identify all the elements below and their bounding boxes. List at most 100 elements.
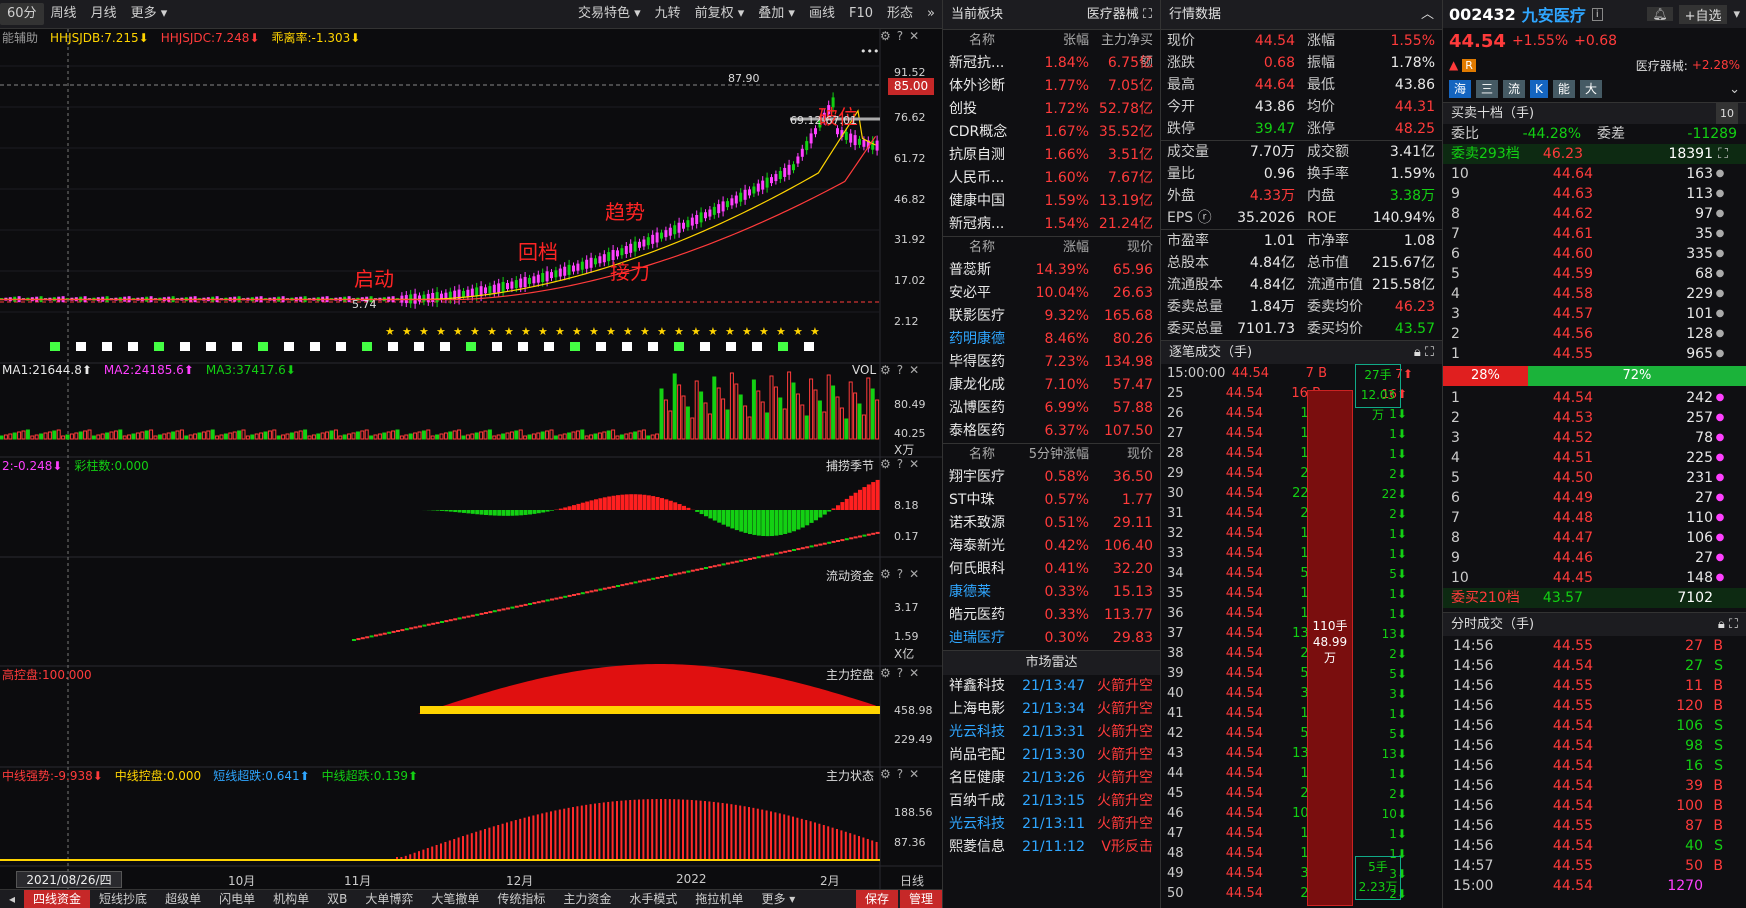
table-row[interactable]: CDR概念 1.67% 35.52亿 — [943, 121, 1160, 144]
table-row[interactable]: 新冠抗... 1.84% 6.75亿 — [943, 52, 1160, 75]
bottom-tab[interactable]: ◂ — [0, 890, 24, 908]
panel-title[interactable]: 流动资金 — [826, 567, 874, 584]
lock-icon[interactable]: 🔒︎ — [1718, 617, 1725, 632]
toolbar-item[interactable]: 月线 — [84, 3, 124, 25]
feature-tag[interactable]: 大 — [1579, 80, 1602, 98]
expand-icon[interactable]: ⛶ — [1713, 144, 1733, 164]
column-header[interactable]: 主力净买额 — [1089, 30, 1157, 70]
bottom-tab[interactable]: 主力资金 — [554, 890, 620, 908]
collapse-icon[interactable]: ︿ — [1421, 0, 1434, 29]
table-row[interactable]: 人民币... 1.60% 7.67亿 — [943, 167, 1160, 190]
table-row[interactable]: 安必平 10.04% 26.63 — [943, 282, 1160, 305]
tick-list[interactable]: 15:00:0044.547 B7⬆2544.5416 B16⬆2644.541… — [1161, 364, 1442, 904]
bottom-tab[interactable]: 大笔撤单 — [422, 890, 488, 908]
column-header[interactable]: 现价 — [1089, 444, 1157, 466]
ask-row[interactable]: 6 44.60 335 ● — [1443, 244, 1746, 264]
sector-tag[interactable]: 医疗器械 — [1087, 7, 1139, 22]
toolbar-item[interactable]: 叠加 ▾ — [751, 3, 802, 25]
toolbar-item[interactable]: 周线 — [44, 3, 84, 25]
kline-chart-area[interactable]: 60分 周线 月线 更多 ▾ 交易特色 ▾ 九转 前复权 ▾ 叠加 ▾ 画线 F10 形态» ★ ★ ★… — [0, 0, 942, 908]
radar-row[interactable]: 光云科技 21/13:31 火箭升空 — [943, 721, 1160, 744]
ask-row[interactable]: 8 44.62 97 ● — [1443, 204, 1746, 224]
table-row[interactable]: 体外诊断 1.77% 7.05亿 — [943, 75, 1160, 98]
double-chevron-icon[interactable]: » — [920, 3, 942, 25]
table-row[interactable]: 新冠病... 1.54% 21.24亿 — [943, 213, 1160, 236]
panel-title[interactable]: 主力状态 — [826, 767, 874, 784]
table-row[interactable]: 抗原自测 1.66% 3.51亿 — [943, 144, 1160, 167]
stock-sector[interactable]: 医疗器械: — [1636, 57, 1688, 74]
feature-tag[interactable]: 流 — [1503, 80, 1526, 98]
chevron-down-icon[interactable]: ⌄ — [1729, 82, 1740, 97]
table-row[interactable]: 诺禾致源 0.51% 29.11 — [943, 512, 1160, 535]
feature-tag[interactable]: 能 — [1552, 80, 1575, 98]
panel-title[interactable]: VOL — [852, 363, 876, 377]
bottom-action-button[interactable]: 保存 — [855, 890, 898, 908]
bottom-action-button[interactable]: 管理 — [899, 890, 942, 908]
ask-row[interactable]: 3 44.57 101 ● — [1443, 304, 1746, 324]
table-row[interactable]: 康德莱 0.33% 15.13 — [943, 581, 1160, 604]
table-row[interactable]: 皓元医药 0.33% 113.77 — [943, 604, 1160, 627]
toolbar-item[interactable]: 交易特色 ▾ — [571, 3, 648, 25]
bell-icon[interactable]: 🔔︎ — [1647, 7, 1673, 21]
bid-levels[interactable]: 1 44.54 242 ● 2 44.53 257 ● 3 44.52 78 ● 4 44.51 225 ● 5… — [1443, 388, 1746, 588]
column-header[interactable]: 名称 — [943, 30, 1021, 52]
bid-row[interactable]: 8 44.47 106 ● — [1443, 528, 1746, 548]
radar-row[interactable]: 光云科技 21/13:11 火箭升空 — [943, 813, 1160, 836]
bottom-tab[interactable]: 短线抄底 — [90, 890, 156, 908]
column-header[interactable]: 涨幅 — [1021, 237, 1089, 259]
panel-title[interactable]: 捕捞季节 — [826, 457, 874, 474]
radar-row[interactable]: 熙菱信息 21/11:12 V形反击 — [943, 836, 1160, 859]
column-header[interactable]: 名称 — [943, 444, 1021, 466]
feature-tag[interactable]: 三 — [1476, 80, 1499, 98]
more-icon[interactable]: ••• — [860, 45, 879, 58]
bid-row[interactable]: 5 44.50 231 ● — [1443, 468, 1746, 488]
table-row[interactable]: 毕得医药 7.23% 134.98 — [943, 351, 1160, 374]
bid-row[interactable]: 7 44.48 110 ● — [1443, 508, 1746, 528]
toolbar-item[interactable]: F10 — [842, 3, 880, 25]
panel-controls[interactable]: ⚙?✕ — [880, 666, 925, 680]
table-row[interactable]: 健康中国 1.59% 13.19亿 — [943, 190, 1160, 213]
bid-row[interactable]: 1 44.54 242 ● — [1443, 388, 1746, 408]
panel-controls[interactable]: ⚙?✕ — [880, 567, 925, 581]
bid-row[interactable]: 2 44.53 257 ● — [1443, 408, 1746, 428]
ask-row[interactable]: 10 44.64 163 ● — [1443, 164, 1746, 184]
trades-list[interactable]: 14:56 44.55 27 B 14:56 44.54 27 S 14:56 44.55 11 B 1… — [1443, 636, 1746, 896]
ask-row[interactable]: 4 44.58 229 ● — [1443, 284, 1746, 304]
panel-controls[interactable]: ⚙?✕ — [880, 457, 925, 471]
column-header[interactable]: 名称 — [943, 237, 1021, 259]
expand-icon[interactable]: ⛶ — [1143, 7, 1152, 22]
toolbar-item[interactable]: 60分 — [0, 3, 44, 25]
table-row[interactable]: 泰格医药 6.37% 107.50 — [943, 420, 1160, 443]
table-row[interactable]: 泓博医药 6.99% 57.88 — [943, 397, 1160, 420]
ask-row[interactable]: 2 44.56 128 ● — [1443, 324, 1746, 344]
bid-row[interactable]: 3 44.52 78 ● — [1443, 428, 1746, 448]
ask-row[interactable]: 9 44.63 113 ● — [1443, 184, 1746, 204]
table-row[interactable]: 药明康德 8.46% 80.26 — [943, 328, 1160, 351]
bottom-tab[interactable]: 更多 ▾ — [752, 890, 804, 908]
ask-row[interactable]: 7 44.61 35 ● — [1443, 224, 1746, 244]
toolbar-item[interactable]: 九转 — [648, 3, 688, 25]
bottom-tab[interactable]: 机构单 — [264, 890, 318, 908]
table-row[interactable]: 联影医疗 9.32% 165.68 — [943, 305, 1160, 328]
lock-icon[interactable]: 🔒︎ — [1414, 345, 1421, 360]
column-header[interactable]: 5分钟涨幅 — [1021, 444, 1089, 466]
bottom-tab[interactable]: 闪电单 — [210, 890, 264, 908]
feature-tag[interactable]: 海 — [1449, 80, 1472, 98]
panel-controls[interactable]: ⚙?✕ — [880, 29, 925, 43]
ask-row[interactable]: 1 44.55 965 ● — [1443, 344, 1746, 364]
info-icon[interactable]: i — [1591, 7, 1603, 21]
expand-icon[interactable]: ⛶ — [1425, 345, 1434, 360]
stock-name[interactable]: 九安医疗 — [1522, 2, 1586, 26]
radar-row[interactable]: 名臣健康 21/13:26 火箭升空 — [943, 767, 1160, 790]
table-row[interactable]: 迪瑞医疗 0.30% 29.83 — [943, 627, 1160, 650]
radar-row[interactable]: 上海电影 21/13:34 火箭升空 — [943, 698, 1160, 721]
radar-row[interactable]: 百纳千成 21/13:15 火箭升空 — [943, 790, 1160, 813]
ask-levels[interactable]: 10 44.64 163 ● 9 44.63 113 ● 8 44.62 97 ● 7 44.61 35 ● 6… — [1443, 164, 1746, 364]
bid-row[interactable]: 9 44.46 27 ● — [1443, 548, 1746, 568]
chevron-down-icon[interactable]: ▾ — [1733, 7, 1740, 22]
table-row[interactable]: 康龙化成 7.10% 57.47 — [943, 374, 1160, 397]
bottom-tab[interactable]: 拖拉机单 — [686, 890, 752, 908]
feature-tag[interactable]: K — [1530, 80, 1548, 98]
bottom-tab[interactable]: 超级单 — [156, 890, 210, 908]
bottom-tab[interactable]: 大单博弈 — [356, 890, 422, 908]
